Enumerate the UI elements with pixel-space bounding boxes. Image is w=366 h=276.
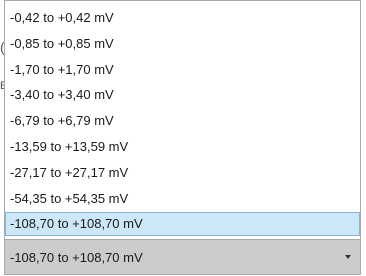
range-option[interactable]: -3,40 to +3,40 mV	[5, 83, 360, 107]
range-option[interactable]: -0,85 to +0,85 mV	[5, 32, 360, 56]
range-option[interactable]: -54,35 to +54,35 mV	[5, 187, 360, 211]
range-option[interactable]: -0,42 to +0,42 mV	[5, 6, 360, 30]
range-option[interactable]: -1,70 to +1,70 mV	[5, 58, 360, 82]
range-option[interactable]: -13,59 to +13,59 mV	[5, 135, 360, 159]
combobox-selected-value: -108,70 to +108,70 mV	[10, 250, 143, 265]
range-option[interactable]: -6,79 to +6,79 mV	[5, 109, 360, 133]
range-dropdown-list: -0,42 to +0,42 mV -0,85 to +0,85 mV -1,7…	[4, 0, 361, 240]
range-select-screen: ( E -0,42 to +0,42 mV -0,85 to +0,85 mV …	[0, 0, 366, 276]
range-option[interactable]: -27,17 to +27,17 mV	[5, 161, 360, 185]
range-combobox[interactable]: -108,70 to +108,70 mV	[4, 240, 361, 275]
chevron-down-icon[interactable]	[345, 255, 351, 259]
range-option-selected[interactable]: -108,70 to +108,70 mV	[5, 212, 360, 236]
